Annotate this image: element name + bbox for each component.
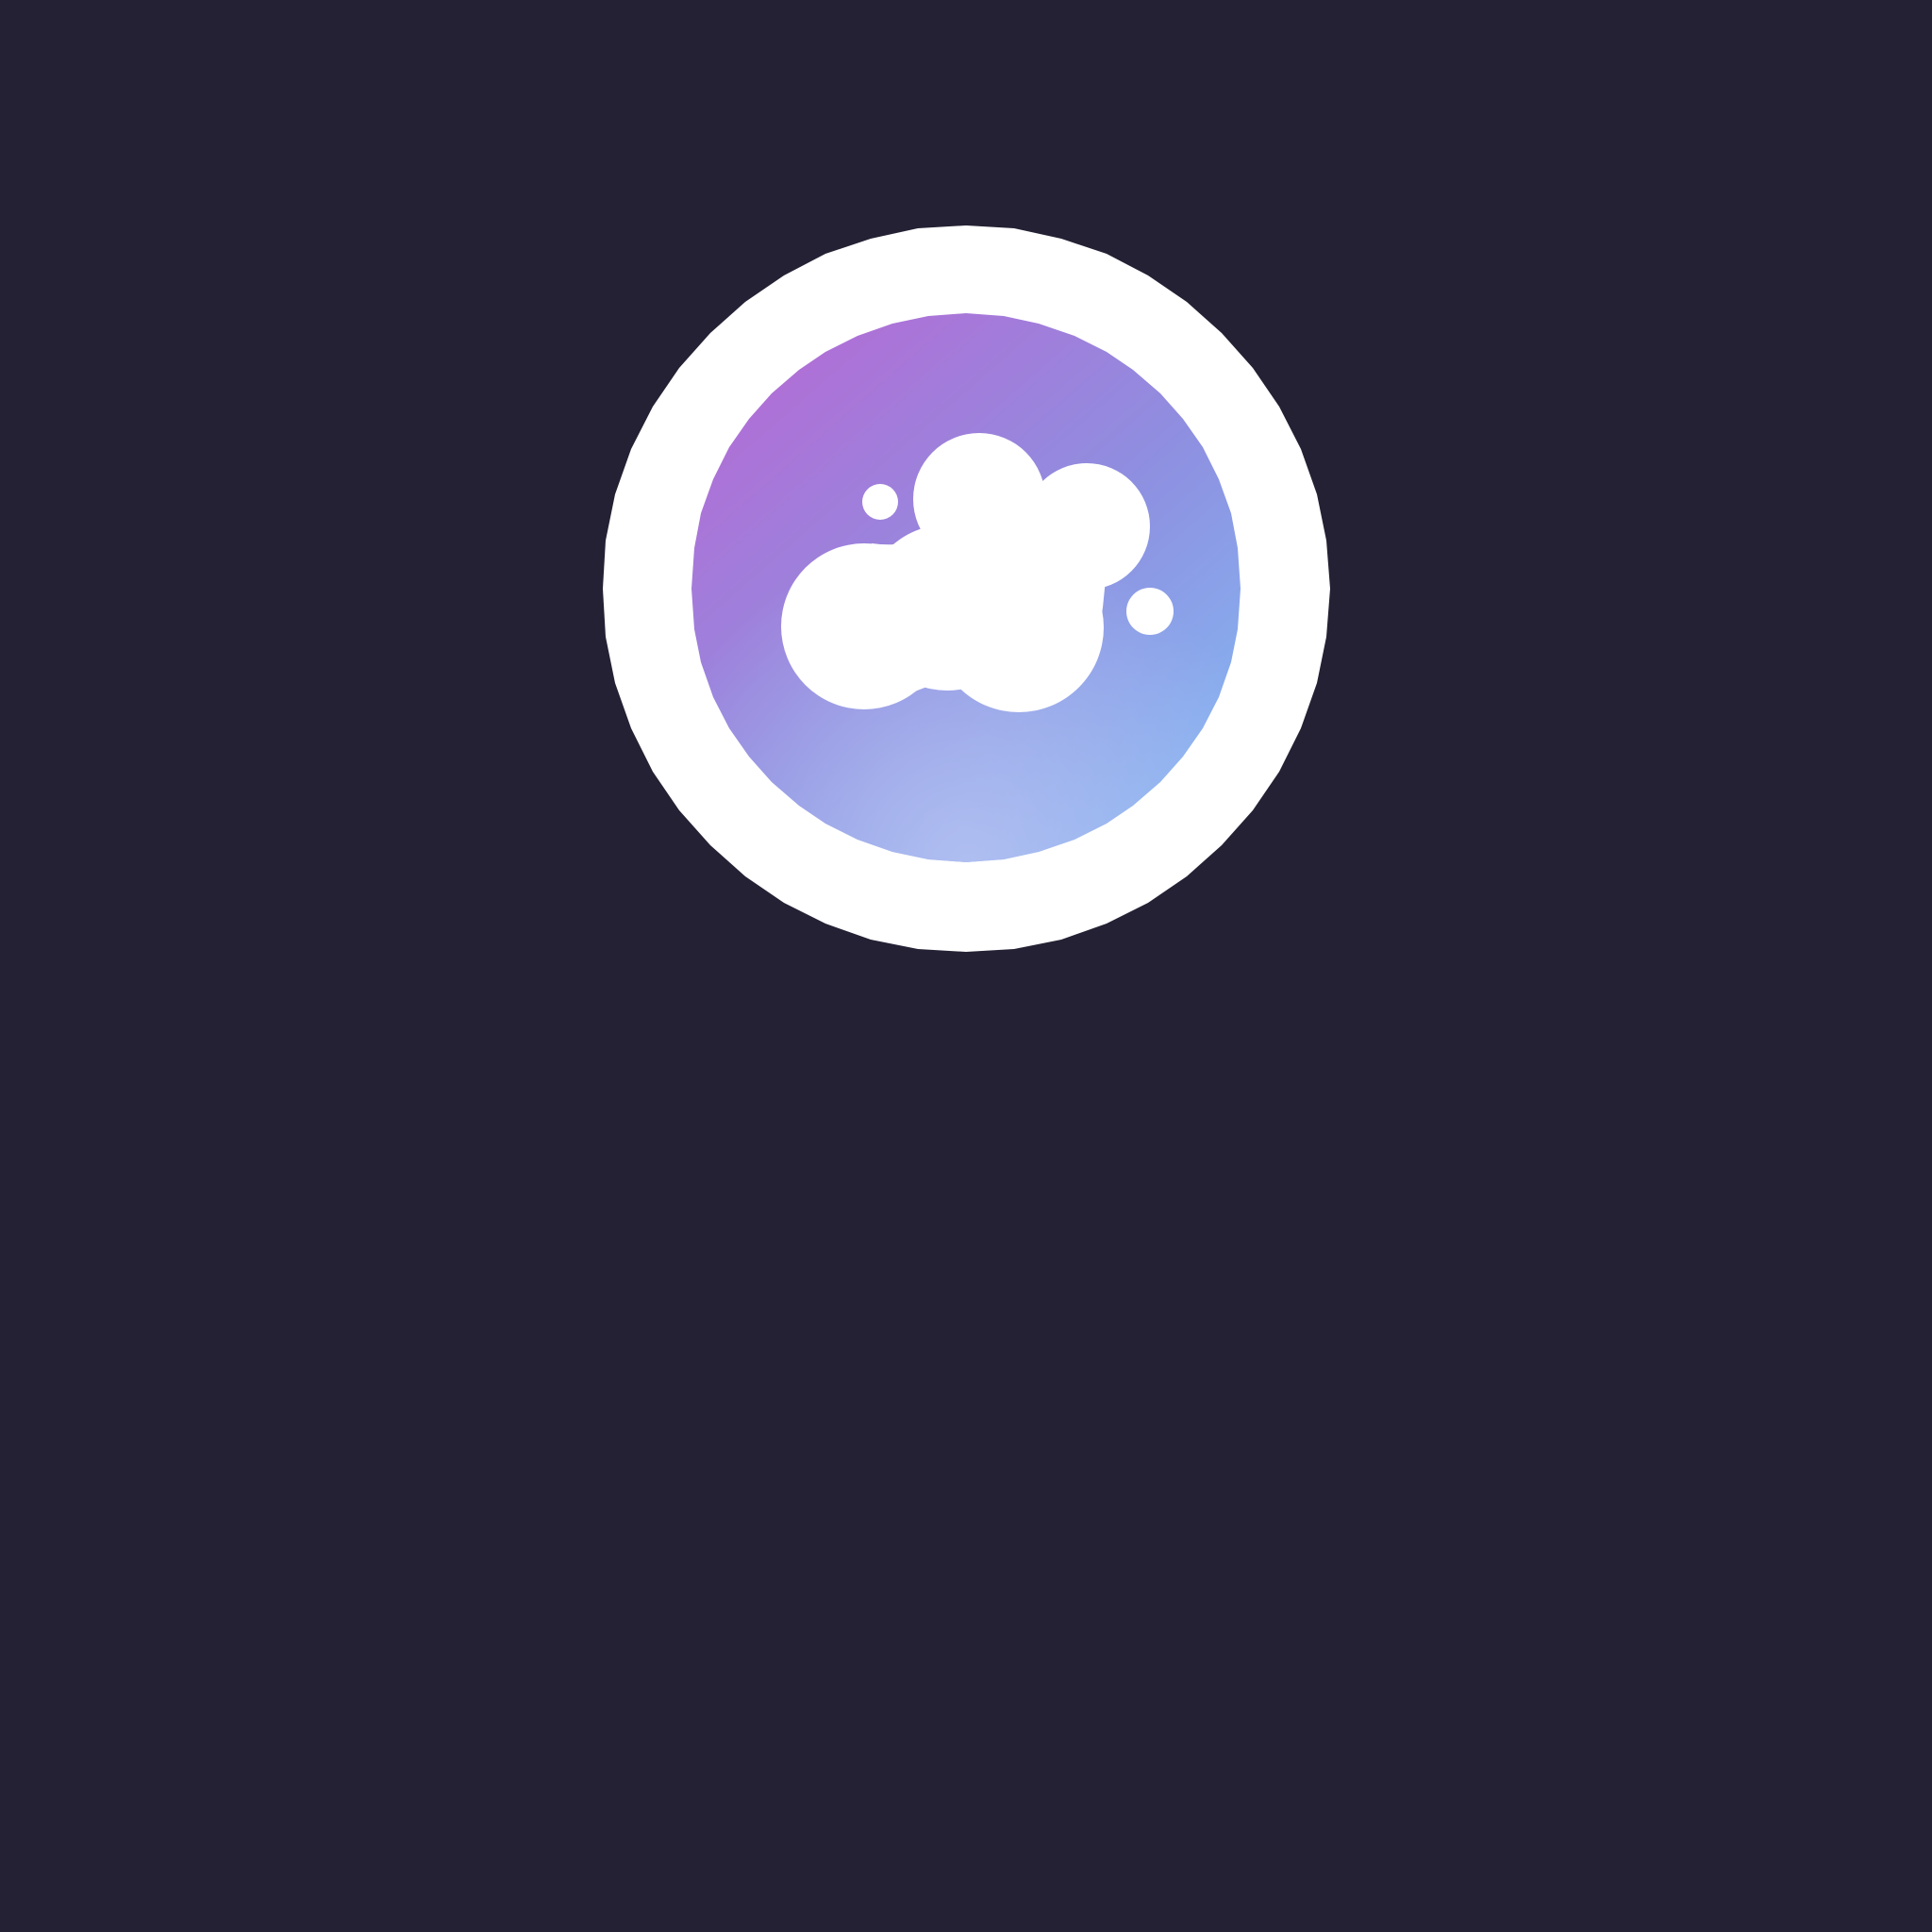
cloud-bubbles-icon	[603, 225, 1330, 952]
app-icon[interactable]	[589, 211, 1343, 966]
bubble-medium-icon	[1126, 588, 1174, 635]
screen-background	[0, 0, 1932, 1932]
bubble-small-icon	[862, 484, 898, 520]
bubble-tiny-icon	[990, 451, 1012, 474]
